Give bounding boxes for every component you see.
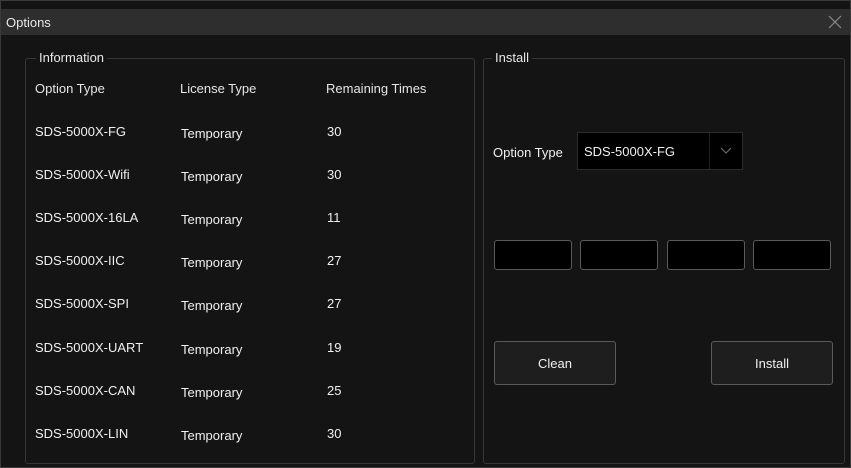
cell-license-type: Temporary [181,169,243,184]
cell-license-type: Temporary [181,428,243,443]
option-type-select[interactable]: SDS-5000X-FG [577,132,743,170]
chevron-down-icon [720,147,732,154]
option-type-label: Option Type [493,145,563,160]
close-icon [828,15,842,29]
information-group-title: Information [36,50,108,65]
header-option-type: Option Type [35,81,105,96]
option-type-selected-value: SDS-5000X-FG [584,144,676,159]
cell-option-type: SDS-5000X-16LA [35,210,139,225]
cell-remaining-times: 25 [327,383,342,398]
license-key-field-2[interactable] [580,240,658,270]
dropdown-toggle[interactable] [709,133,742,169]
cell-option-type: SDS-5000X-UART [35,340,144,355]
cell-license-type: Temporary [181,298,243,313]
install-group-title: Install [492,50,532,65]
cell-remaining-times: 27 [327,253,342,268]
cell-remaining-times: 30 [327,124,342,139]
cell-license-type: Temporary [181,342,243,357]
cell-remaining-times: 30 [327,426,342,441]
window-title: Options [6,15,51,30]
cell-remaining-times: 19 [327,340,342,355]
cell-remaining-times: 27 [327,296,342,311]
cell-option-type: SDS-5000X-SPI [35,296,129,311]
license-key-field-3[interactable] [667,240,745,270]
license-key-field-4[interactable] [753,240,831,270]
cell-license-type: Temporary [181,255,243,270]
cell-remaining-times: 11 [327,210,341,225]
cell-option-type: SDS-5000X-LIN [35,426,129,441]
header-license-type: License Type [180,81,257,96]
header-remaining-times: Remaining Times [326,81,427,96]
cell-option-type: SDS-5000X-IIC [35,253,125,268]
cell-license-type: Temporary [181,385,243,400]
options-dialog: Options Information Option Type License … [0,0,851,468]
cell-option-type: SDS-5000X-FG [35,124,127,139]
cell-option-type: SDS-5000X-CAN [35,383,136,398]
close-button[interactable] [820,9,850,35]
license-key-field-1[interactable] [494,240,572,270]
install-button[interactable]: Install [711,341,833,385]
clean-button[interactable]: Clean [494,341,616,385]
cell-license-type: Temporary [181,126,243,141]
cell-license-type: Temporary [181,212,243,227]
cell-remaining-times: 30 [327,167,342,182]
cell-option-type: SDS-5000X-Wifi [35,167,130,182]
title-bar: Options [1,9,850,35]
